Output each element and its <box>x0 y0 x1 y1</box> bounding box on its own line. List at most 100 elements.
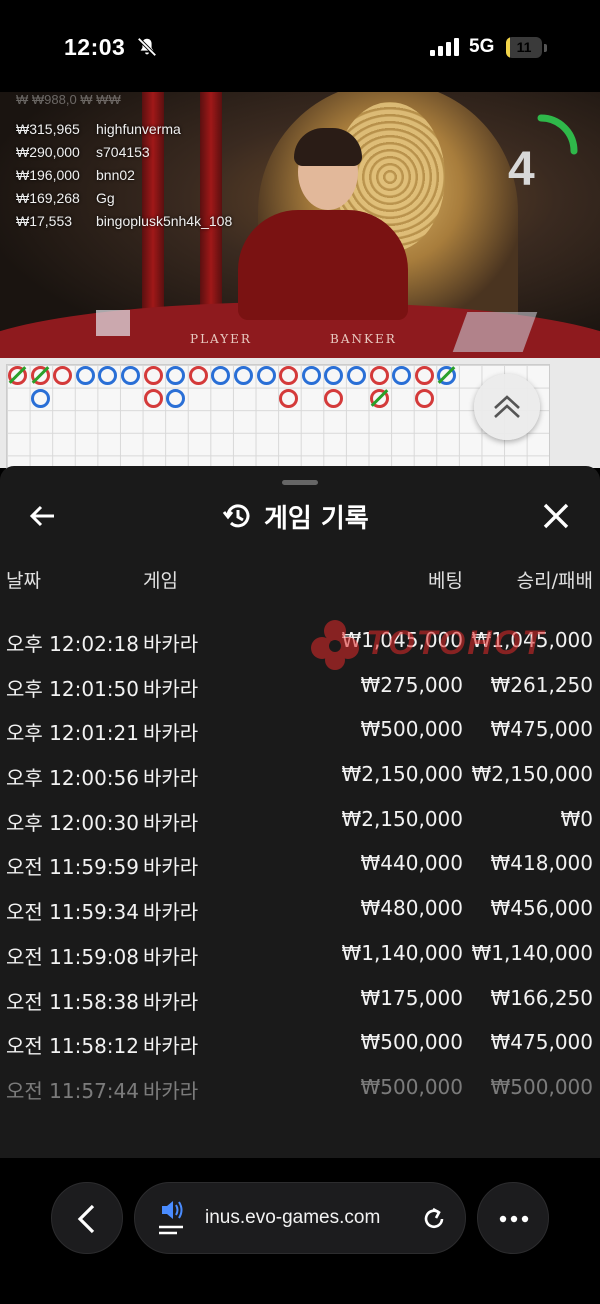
row-result: ₩475,000 <box>490 1030 593 1055</box>
sheet-grabber[interactable] <box>282 480 318 485</box>
winners-leaderboard: ₩315,965 highfunverma ₩290,000 s704153 ₩19… <box>16 118 232 233</box>
row-time: 오후 12:02:18 <box>6 632 139 656</box>
table-label-player: PLAYER <box>190 332 252 346</box>
history-row[interactable]: 오전 11:58:12 바카라 ₩500,000 ₩475,000 <box>0 1020 600 1065</box>
road-mark-banker <box>324 388 344 408</box>
history-row[interactable]: 오후 12:01:21 바카라 ₩500,000 ₩475,000 <box>0 707 600 752</box>
leaderboard-row: ₩17,553 bingoplusk5nh4k_108 <box>16 213 233 229</box>
row-time: 오후 12:00:56 <box>6 766 139 791</box>
battery-icon: 11 <box>506 37 542 58</box>
chevron-double-up-icon <box>494 395 520 418</box>
history-row[interactable]: 오후 12:00:56 바카라 ₩2,150,000 ₩2,150,000 <box>0 752 600 797</box>
column-header-date: 날짜 <box>6 570 41 592</box>
road-mark-banker <box>143 366 163 385</box>
network-type: 5G <box>469 36 495 57</box>
table-label-banker: BANKER <box>330 332 397 346</box>
row-game: 바카라 <box>143 1034 199 1059</box>
history-icon <box>222 504 250 528</box>
road-mark-player <box>30 388 50 408</box>
leaderboard-row: ₩169,268 Gg <box>16 190 115 206</box>
history-row[interactable]: 오후 12:01:50 바카라 ₩275,000 ₩261,250 <box>0 663 600 708</box>
history-row[interactable]: 오전 11:59:34 바카라 ₩480,000 ₩456,000 <box>0 886 600 931</box>
browser-back-button[interactable] <box>51 1182 123 1254</box>
panel-title-text: 게임 기록 <box>264 503 369 534</box>
row-time: 오전 11:58:12 <box>6 1034 139 1059</box>
back-button[interactable] <box>24 496 64 536</box>
row-result: ₩418,000 <box>490 851 593 876</box>
arrow-left-icon <box>29 505 54 527</box>
road-mark-player <box>166 388 186 408</box>
row-time: 오후 12:01:50 <box>6 676 139 701</box>
row-time: 오후 12:01:21 <box>6 721 139 746</box>
road-mark-banker <box>414 366 434 385</box>
road-mark-player <box>256 366 276 385</box>
road-mark-banker <box>188 366 208 385</box>
row-game: 바카라 <box>143 944 199 969</box>
chevron-left-icon <box>77 1204 95 1234</box>
column-header-bet: 베팅 <box>428 570 463 592</box>
close-icon <box>543 503 569 529</box>
column-header-game: 게임 <box>143 570 178 592</box>
row-game: 바카라 <box>143 632 199 656</box>
row-time: 오전 11:58:38 <box>6 989 139 1014</box>
battery-tip <box>544 44 547 52</box>
row-game: 바카라 <box>143 766 199 791</box>
url-text: inus.evo-games.com <box>205 1207 381 1228</box>
status-time: 12:03 <box>64 34 126 60</box>
discard-tray <box>96 310 130 336</box>
status-bar: 12:03 5G 11 <box>0 0 600 92</box>
leaderboard-partial-row: ₩ ₩988,0 ₩ ₩₩ <box>16 92 121 107</box>
row-result: ₩500,000 <box>490 1074 593 1099</box>
browser-toolbar: inus.evo-games.com <box>0 1158 600 1304</box>
road-mark-banker <box>369 366 389 385</box>
row-bet: ₩1,045,000 <box>341 628 463 652</box>
history-row[interactable]: 오전 11:57:44 바카라 ₩500,000 ₩500,000 <box>0 1065 600 1110</box>
dealer <box>238 210 408 320</box>
close-button[interactable] <box>536 496 576 536</box>
road-mark-banker <box>414 388 434 408</box>
card-shoe <box>452 312 538 352</box>
column-header-result: 승리/패배 <box>516 570 593 592</box>
row-game: 바카라 <box>143 900 199 925</box>
row-bet: ₩175,000 <box>360 985 463 1010</box>
bell-muted-icon <box>137 37 157 57</box>
road-mark-player <box>75 366 95 385</box>
row-result: ₩2,150,000 <box>471 762 593 787</box>
road-mark-player <box>301 366 321 385</box>
row-bet: ₩1,140,000 <box>341 940 463 965</box>
row-game: 바카라 <box>143 855 199 880</box>
history-row[interactable]: 오전 11:58:38 바카라 ₩175,000 ₩166,250 <box>0 976 600 1021</box>
row-result: ₩166,250 <box>490 985 593 1010</box>
reload-icon[interactable] <box>419 1204 449 1234</box>
expand-roadmap-button[interactable] <box>474 374 540 440</box>
scrolled-row-edge <box>0 598 600 614</box>
leaderboard-row: ₩315,965 highfunverma <box>16 121 181 137</box>
row-bet: ₩500,000 <box>360 717 463 742</box>
history-row[interactable]: 오전 11:59:59 바카라 ₩440,000 ₩418,000 <box>0 841 600 886</box>
row-time: 오전 11:59:59 <box>6 855 139 880</box>
history-row[interactable]: 오전 11:59:08 바카라 ₩1,140,000 ₩1,140,000 <box>0 931 600 976</box>
address-bar[interactable]: inus.evo-games.com <box>134 1182 466 1254</box>
countdown-timer: 4 <box>508 143 535 196</box>
live-video[interactable]: PLAYER BANKER ₩ ₩988,0 ₩ ₩₩ ₩315,965 high… <box>0 92 600 358</box>
row-time: 오전 11:57:44 <box>6 1078 139 1103</box>
row-game: 바카라 <box>143 989 199 1014</box>
row-time: 오전 11:59:08 <box>6 944 139 969</box>
road-mark-player <box>347 366 366 385</box>
row-time: 오전 11:59:34 <box>6 900 139 925</box>
row-result: ₩261,250 <box>490 672 593 697</box>
more-options-button[interactable] <box>477 1182 549 1254</box>
road-mark-banker <box>279 388 299 408</box>
more-dots-icon <box>499 1215 529 1223</box>
panel-title: 게임 기록 <box>222 494 369 538</box>
row-result: ₩456,000 <box>490 896 593 921</box>
history-row[interactable]: 오후 12:00:30 바카라 ₩2,150,000 ₩0 <box>0 797 600 842</box>
road-mark-player <box>234 366 253 385</box>
row-bet: ₩480,000 <box>360 896 463 921</box>
road-mark-player <box>121 366 140 385</box>
history-table: 오후 12:02:18 바카라 ₩1,045,000 ₩1,045,000 오후 12:… <box>0 618 600 1110</box>
row-time: 오후 12:00:30 <box>6 810 139 835</box>
reader-audio-icon[interactable] <box>157 1197 187 1237</box>
row-game: 바카라 <box>143 1078 199 1103</box>
history-row[interactable]: 오후 12:02:18 바카라 ₩1,045,000 ₩1,045,000 <box>0 618 600 663</box>
